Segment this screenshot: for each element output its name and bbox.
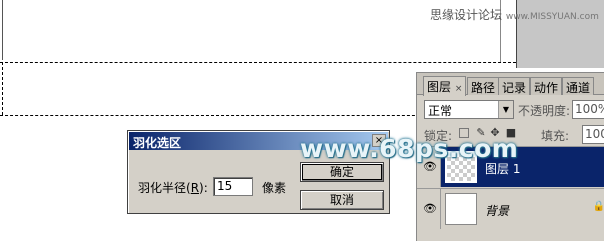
- tab-layers[interactable]: 图层 ×: [423, 76, 467, 96]
- selection-marquee-bottom: [0, 115, 430, 116]
- blend-mode-value: 正常: [428, 104, 453, 118]
- tab-paths[interactable]: 路径: [467, 77, 500, 95]
- visibility-toggle[interactable]: 👁: [417, 189, 441, 229]
- fill-input[interactable]: 100%: [582, 125, 604, 144]
- feather-radius-label-key: R: [190, 181, 200, 195]
- tab-paths-label: 路径: [471, 81, 496, 95]
- lock-icon: 🔒: [592, 201, 604, 212]
- fill-label: 填充:: [541, 129, 570, 143]
- tab-history[interactable]: 记录: [498, 77, 531, 95]
- tab-actions[interactable]: 动作: [530, 77, 563, 95]
- eye-icon: 👁: [423, 202, 437, 215]
- layer-thumbnail: [445, 193, 477, 225]
- blend-row: 正常 ▼ 不透明度: 100%: [417, 97, 604, 121]
- watermark-site-url: www.MISSYUAN.com: [505, 12, 599, 22]
- feather-radius-input[interactable]: 15: [213, 177, 253, 196]
- watermark-center: www.68ps.com: [300, 134, 519, 163]
- tab-history-label: 记录: [502, 81, 527, 95]
- feather-radius-label-suffix: ):: [199, 181, 208, 195]
- tab-layers-label: 图层: [427, 80, 452, 94]
- watermark-top: 思缘设计论坛 www.MISSYUAN.com: [430, 6, 599, 23]
- close-icon[interactable]: ×: [455, 84, 463, 94]
- canvas-edge: [2, 0, 3, 60]
- opacity-label: 不透明度:: [518, 104, 571, 118]
- watermark-site-name: 思缘设计论坛: [430, 8, 503, 22]
- layer-row-background[interactable]: 👁 背景 🔒: [417, 189, 604, 229]
- blend-mode-select[interactable]: 正常 ▼: [424, 100, 514, 119]
- chevron-down-icon[interactable]: ▼: [498, 101, 513, 118]
- layer-name: 背景: [485, 204, 510, 218]
- tab-channels-label: 通道: [566, 81, 591, 95]
- tab-actions-label: 动作: [534, 81, 559, 95]
- selection-marquee-top: [0, 62, 516, 63]
- cancel-button[interactable]: 取消: [300, 190, 384, 210]
- tab-channels[interactable]: 通道: [562, 77, 595, 95]
- feather-radius-label-prefix: 羽化半径(: [138, 181, 191, 195]
- opacity-input[interactable]: 100%: [572, 100, 604, 119]
- unit-label: 像素: [262, 181, 287, 195]
- feather-radius-label: 羽化半径(R):: [138, 179, 208, 196]
- selection-marquee-left: [2, 62, 3, 115]
- dialog-title: 羽化选区: [133, 136, 182, 150]
- ok-button[interactable]: 确定: [300, 162, 384, 182]
- panel-tab-bar: 图层 × 路径 记录 动作 通道: [417, 73, 604, 96]
